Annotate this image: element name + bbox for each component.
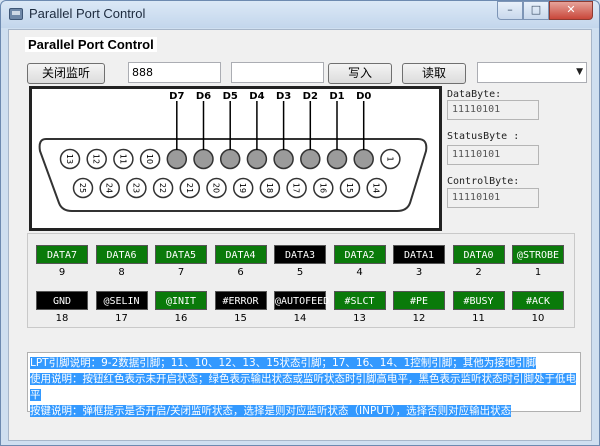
signal-button[interactable]: #SLCT	[333, 291, 386, 310]
signal-pin-number: 3	[415, 267, 423, 278]
signal-button[interactable]: DATA6	[95, 245, 148, 264]
app-icon	[9, 8, 23, 20]
signal-button[interactable]: GND	[36, 291, 88, 310]
pin-number-19: 19	[238, 183, 247, 193]
pin-number-18: 18	[265, 183, 274, 193]
client-area: Parallel Port Control 关闭监听 888 写入 读取 ▼ 1…	[8, 29, 592, 441]
signal-pin-number: 14	[293, 313, 307, 324]
pin-number-24: 24	[105, 183, 114, 193]
status-byte-label: StatusByte :	[447, 131, 520, 142]
pin-number-11: 11	[118, 154, 127, 164]
title-bar[interactable]: Parallel Port Control – □ ✕	[1, 1, 599, 28]
signal-pin-number: 18	[55, 313, 69, 324]
help-line-buttons: 按键说明：弹框提示是否开启/关闭监听状态，选择是则对应监听状态（INPUT），选…	[30, 405, 512, 417]
mode-select[interactable]: ▼	[477, 62, 587, 83]
data-pin-2	[353, 148, 374, 170]
group-title: Parallel Port Control	[25, 37, 157, 52]
signal-button[interactable]: @STROBE	[512, 245, 564, 264]
close-monitor-button[interactable]: 关闭监听	[27, 63, 105, 84]
pin-number-21: 21	[185, 183, 194, 193]
signal-button[interactable]: @SELIN	[95, 291, 148, 310]
signal-pin-number: 1	[534, 267, 542, 278]
signal-button[interactable]: #ERROR	[214, 291, 267, 310]
signal-button[interactable]: DATA2	[333, 245, 386, 264]
help-text-box[interactable]: LPT引脚说明：9-2数据引脚；11、10、12、13、15状态引脚；17、16…	[27, 352, 581, 417]
signal-button[interactable]: #BUSY	[452, 291, 505, 310]
pin-number-20: 20	[212, 183, 221, 193]
pin-number-15: 15	[345, 183, 354, 193]
signal-pin-number: 6	[237, 267, 244, 278]
signal-button[interactable]: @AUTOFEED	[274, 291, 329, 310]
app-window: Parallel Port Control – □ ✕ Parallel Por…	[0, 0, 600, 446]
pin-number-22: 22	[158, 183, 167, 193]
data-byte-label: DataByte:	[447, 89, 502, 100]
close-button[interactable]: ✕	[549, 1, 593, 20]
maximize-button[interactable]: □	[523, 1, 549, 20]
control-byte-label: ControlByte:	[447, 176, 520, 187]
pin-number-17: 17	[292, 183, 301, 193]
window-controls: – □ ✕	[497, 1, 593, 20]
signal-button[interactable]: DATA5	[155, 245, 207, 264]
signal-pin-number: 12	[412, 313, 426, 324]
signal-pin-number: 4	[356, 267, 363, 278]
signal-pin-number: 13	[353, 313, 366, 324]
minimize-button[interactable]: –	[497, 1, 523, 20]
signal-pin-number: 7	[177, 267, 185, 278]
data-pin-7	[219, 148, 241, 170]
control-byte-field: 11110101	[447, 188, 539, 208]
signal-button[interactable]: DATA0	[452, 245, 505, 264]
signal-pin-number: 15	[234, 313, 247, 324]
signal-pin-number: 10	[531, 313, 545, 324]
signal-button[interactable]: DATA4	[214, 245, 267, 264]
signal-panel: DATA7 9 DATA6 8 DATA5 7 DATA4 6 DATA3 5 DATA2 4 DATA…	[27, 233, 575, 328]
data-bit-label-D1: D1	[329, 91, 344, 102]
pin-number-10: 10	[145, 154, 154, 164]
value-input[interactable]	[231, 62, 324, 83]
pin-number-23: 23	[131, 183, 140, 193]
signal-pin-number: 5	[296, 267, 304, 278]
signal-button[interactable]: DATA1	[393, 245, 445, 264]
read-button[interactable]: 读取	[402, 63, 466, 84]
data-pin-6	[246, 148, 268, 170]
db25-connector-svg: 13 12 11 10 D7 D6 D5 D4 D3 D2 D1 D0 1 25 24 23 22 21 20 19 1…	[38, 91, 428, 212]
data-bit-label-D2: D2	[303, 91, 318, 102]
data-bit-label-D7: D7	[169, 91, 184, 102]
pin-number-1: 1	[385, 156, 394, 161]
signal-pin-number: 2	[475, 267, 482, 278]
pin-number-25: 25	[78, 183, 87, 193]
db25-connector-diagram: 13 12 11 10 D7 D6 D5 D4 D3 D2 D1 D0 1 25 24 23 22 21 20 19 1…	[29, 86, 442, 231]
signal-pin-number: 11	[472, 313, 485, 324]
pin-number-14: 14	[372, 183, 381, 193]
pin-number-12: 12	[92, 154, 101, 164]
help-line-pins: LPT引脚说明：9-2数据引脚；11、10、12、13、15状态引脚；17、16…	[30, 357, 537, 369]
data-pin-3	[326, 148, 348, 170]
data-pin-5	[273, 148, 294, 170]
data-bit-label-D6: D6	[196, 91, 211, 102]
data-bit-label-D5: D5	[223, 91, 238, 102]
data-pin-8	[193, 148, 214, 170]
data-bit-label-D3: D3	[276, 91, 291, 102]
data-bit-label-D4: D4	[249, 91, 264, 102]
window-title: Parallel Port Control	[29, 6, 146, 21]
signal-button[interactable]: #ACK	[512, 291, 564, 310]
signal-button[interactable]: DATA7	[36, 245, 88, 264]
data-pin-9	[166, 148, 188, 170]
signal-pin-number: 16	[174, 313, 188, 324]
pin-number-16: 16	[318, 183, 327, 193]
signal-button[interactable]: DATA3	[274, 245, 326, 264]
signal-pin-number: 9	[58, 267, 66, 278]
status-byte-field: 11110101	[447, 145, 539, 165]
signal-pin-number: 17	[115, 313, 128, 324]
help-line-usage: 使用说明：按钮红色表示未开启状态；绿色表示输出状态或监听状态时引脚高电平，黑色表…	[30, 373, 576, 401]
signal-button[interactable]: #PE	[393, 291, 445, 310]
write-button[interactable]: 写入	[328, 63, 392, 84]
port-address-input[interactable]: 888	[128, 62, 221, 83]
chevron-down-icon[interactable]: ▼	[576, 63, 583, 82]
data-bit-label-D0: D0	[356, 91, 371, 102]
data-byte-field: 11110101	[447, 100, 539, 120]
signal-pin-number: 8	[118, 267, 125, 278]
signal-button[interactable]: @INIT	[155, 291, 207, 310]
pin-number-13: 13	[65, 154, 74, 164]
data-pin-4	[300, 148, 321, 170]
